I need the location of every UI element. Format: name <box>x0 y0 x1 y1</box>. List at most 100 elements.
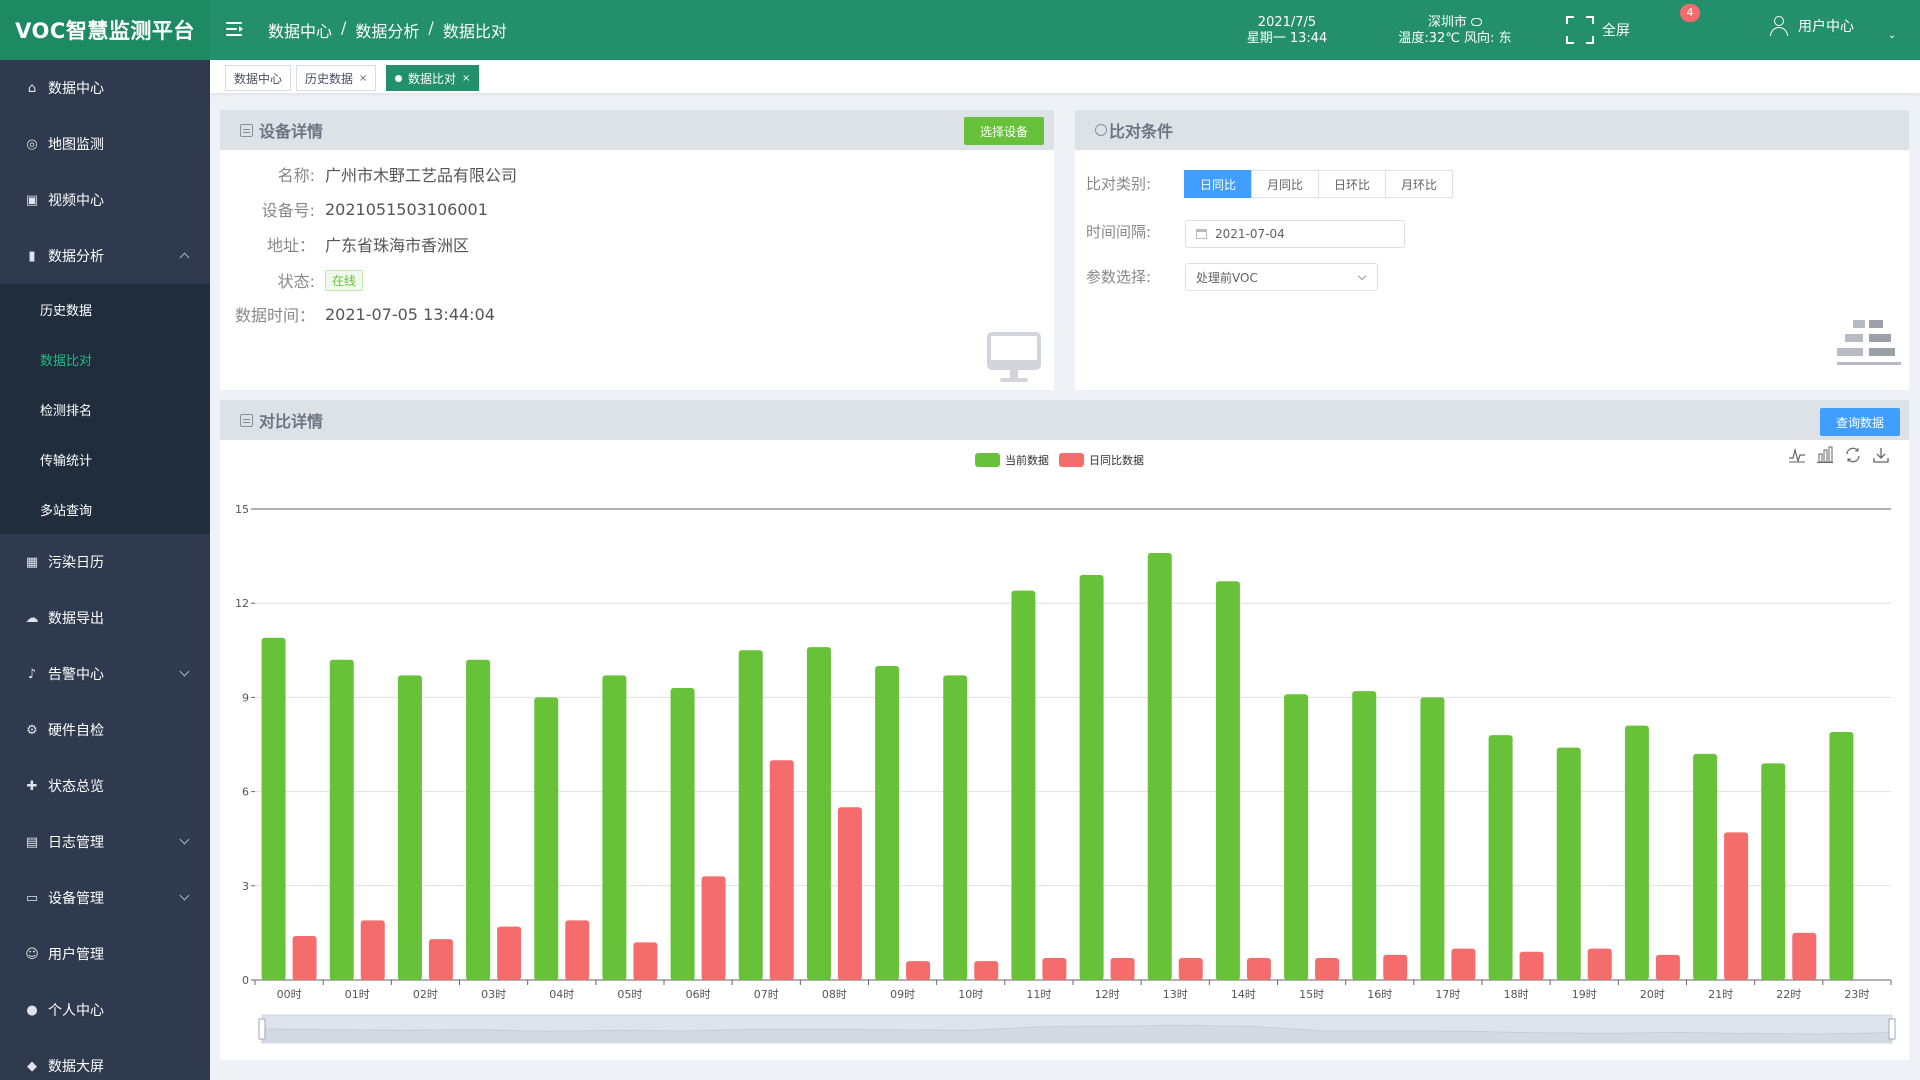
sidebar-item-bottom-2[interactable]: ♪ 告警中心 <box>0 646 210 702</box>
legend-item-compare[interactable]: 日同比数据 <box>1059 452 1144 468</box>
sidebar-item-bottom-1[interactable]: ☁ 数据导出 <box>0 590 210 646</box>
bar-compare <box>769 760 794 980</box>
home-icon: ⌂ <box>27 80 37 96</box>
device-number-value: 2021051503106001 <box>325 199 488 219</box>
x-tick-label: 15时 <box>1299 988 1324 1001</box>
sidebar-item-bottom-5[interactable]: ▤ 日志管理 <box>0 814 210 870</box>
sidebar-subitem-1[interactable]: 数据比对 <box>0 334 210 384</box>
param-select[interactable]: 处理前VOC <box>1185 263 1378 291</box>
menu-toggle-icon[interactable] <box>226 20 244 38</box>
bar-compare <box>1724 832 1749 980</box>
interval-date-input[interactable]: 2021-07-04 <box>1185 220 1405 248</box>
sidebar-item-bottom-6[interactable]: ▭ 设备管理 <box>0 870 210 926</box>
bar-compare <box>974 961 999 980</box>
device-address-label: 地址： <box>266 236 315 255</box>
bar-compare <box>565 920 590 980</box>
zoom-handle-left[interactable] <box>258 1018 266 1040</box>
bar-current <box>329 659 354 980</box>
device-detail-title: 设备详情 <box>259 122 324 141</box>
sidebar-item-label: 视频中心 <box>48 193 104 209</box>
x-tick-label: 04时 <box>549 988 574 1001</box>
fullscreen-button[interactable]: 全屏 <box>1566 16 1630 44</box>
sidebar-subitem-0[interactable]: 历史数据 <box>0 284 210 334</box>
x-tick-label: 03时 <box>481 988 506 1001</box>
device-datatime-value: 2021-07-05 13:44:04 <box>325 304 495 324</box>
compare-type-month-mom[interactable]: 月环比 <box>1385 170 1454 198</box>
sidebar-item-top-0[interactable]: ⌂ 数据中心 <box>0 60 210 116</box>
zoom-handle-right[interactable] <box>1888 1018 1896 1040</box>
bar-compare <box>837 807 862 980</box>
compare-condition-header: 比对条件 <box>1075 110 1909 150</box>
sidebar-item-bottom-4[interactable]: ✚ 状态总览 <box>0 758 210 814</box>
bar-current <box>806 647 831 980</box>
bar-current <box>1556 747 1581 980</box>
sidebar-item-top-2[interactable]: ▣ 视频中心 <box>0 172 210 228</box>
sidebar-item-label: 数据中心 <box>48 81 104 97</box>
x-tick-label: 14时 <box>1231 988 1256 1001</box>
sidebar-item-bottom-3[interactable]: ⚙ 硬件自检 <box>0 702 210 758</box>
sidebar-item-bottom-0[interactable]: ▦ 污染日历 <box>0 534 210 590</box>
tag-label: 历史数据 <box>305 71 354 86</box>
chevron-down-icon <box>179 666 190 677</box>
sidebar-subitem-4[interactable]: 多站查询 <box>0 484 210 534</box>
x-tick-label: 05时 <box>617 988 642 1001</box>
fullscreen-label: 全屏 <box>1602 23 1630 39</box>
search-icon <box>1095 124 1107 136</box>
x-tick-label: 13时 <box>1163 988 1188 1001</box>
device-detail-header: 设备详情 <box>220 110 1054 150</box>
x-tick-label: 16时 <box>1367 988 1392 1001</box>
user-center-button[interactable]: 用户中心 <box>1770 16 1854 36</box>
legend-label-compare: 日同比数据 <box>1089 454 1144 467</box>
x-tick-label: 07时 <box>754 988 779 1001</box>
tag-history-data[interactable]: 历史数据 × <box>296 65 377 91</box>
chip-icon: ⚙ <box>26 722 38 738</box>
comparison-bar-chart: 0 3 6 9 12 15 00时 01时 02时 03时 04时 05时 06时 07时 08时 09时 10… <box>235 503 1896 1044</box>
header-date: 2021/7/5 <box>1257 15 1317 30</box>
close-icon[interactable]: × <box>462 73 470 84</box>
legend-item-current[interactable]: 当前数据 <box>975 452 1049 468</box>
top-header: VOC智慧监测平台 数据中心 / 数据分析 / 数据比对 2021/7/5 星期… <box>0 0 1920 60</box>
breadcrumb-item-data-analysis[interactable]: 数据分析 <box>355 18 419 42</box>
tag-data-center[interactable]: 数据中心 <box>225 65 292 91</box>
x-tick-label: 01时 <box>345 988 370 1001</box>
sidebar-item-bottom-8[interactable]: ● 个人中心 <box>0 982 210 1038</box>
device-name-value: 广州市木野工艺品有限公司 <box>325 166 518 185</box>
bar-current <box>1079 574 1104 980</box>
select-device-button[interactable]: 选择设备 <box>964 117 1044 145</box>
bar-current <box>1284 694 1309 980</box>
y-tick-label: 12 <box>235 597 249 610</box>
bell-icon: ♪ <box>27 666 37 682</box>
sidebar-subitem-3[interactable]: 传输统计 <box>0 434 210 484</box>
sidebar-item-bottom-9[interactable]: ◆ 数据大屏 <box>0 1038 210 1080</box>
sidebar-item-top-1[interactable]: ◎ 地图监测 <box>0 116 210 172</box>
sidebar-item-label: 日志管理 <box>48 835 104 851</box>
line-chart-toggle-icon[interactable] <box>1788 446 1806 464</box>
sidebar-subitem-2[interactable]: 检测排名 <box>0 384 210 434</box>
breadcrumb-separator: / <box>428 18 434 37</box>
compare-type-day-mom[interactable]: 日环比 <box>1318 170 1387 198</box>
chevron-down-icon[interactable]: ⌄ <box>1888 30 1896 41</box>
sidebar-item-top-3[interactable]: ▮ 数据分析 <box>0 228 210 284</box>
user-icon: ☺ <box>25 946 39 962</box>
bar-current <box>1693 753 1718 980</box>
tag-data-compare[interactable]: 数据比对 × <box>386 65 480 91</box>
bar-current <box>875 666 900 980</box>
close-icon[interactable]: × <box>359 73 367 84</box>
notification-badge[interactable]: 4 <box>1680 4 1700 22</box>
brand-logo[interactable]: VOC智慧监测平台 <box>0 0 210 60</box>
compare-type-month-yoy[interactable]: 月同比 <box>1251 170 1320 198</box>
status-badge: 在线 <box>325 269 364 291</box>
download-icon[interactable] <box>1872 446 1890 464</box>
screen-icon: ◆ <box>27 1058 37 1074</box>
breadcrumb-item-data-center[interactable]: 数据中心 <box>268 18 332 42</box>
device-datatime-row: 数据时间： 2021-07-05 13:44:04 <box>220 302 495 326</box>
bar-current <box>534 697 559 980</box>
sidebar-item-bottom-7[interactable]: ☺ 用户管理 <box>0 926 210 982</box>
compare-type-day-yoy[interactable]: 日同比 <box>1184 170 1253 198</box>
tag-label: 数据中心 <box>234 71 283 86</box>
query-data-button[interactable]: 查询数据 <box>1820 408 1900 436</box>
device-number-label: 设备号: <box>261 201 315 220</box>
refresh-icon[interactable] <box>1844 446 1862 464</box>
bar-chart-toggle-icon[interactable] <box>1816 446 1834 464</box>
sidebar-item-label: 地图监测 <box>48 137 104 153</box>
